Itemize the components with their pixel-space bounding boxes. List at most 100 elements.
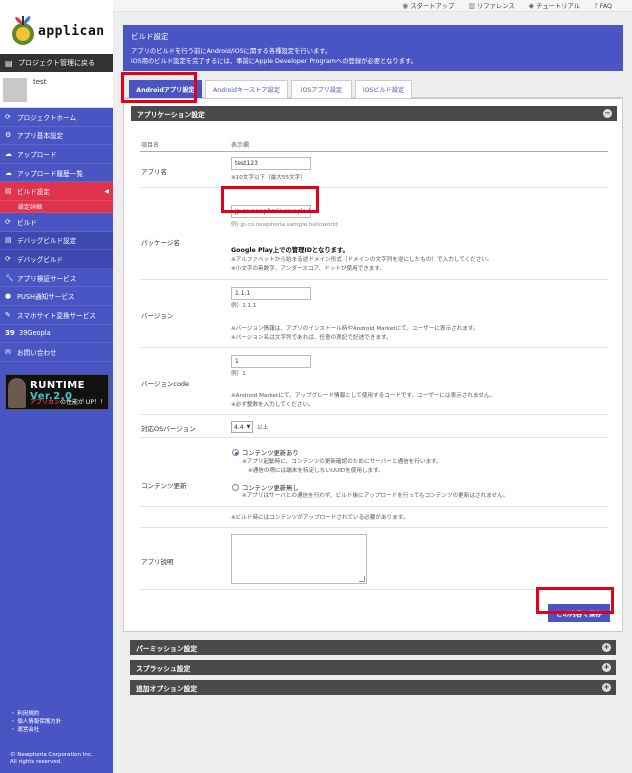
content-update-label: コンテンツ更新	[141, 482, 187, 490]
chat-icon: ●	[5, 292, 12, 301]
highlight-save-button	[536, 587, 614, 614]
info-box: ビルド設定 アプリのビルドを行う前にAndroid/iOSに関する各種設定を行い…	[123, 25, 623, 71]
expand-icon[interactable]: +	[602, 683, 611, 692]
splash-section-header[interactable]: スプラッシュ設定 +	[130, 660, 616, 675]
banner-subtitle-b: の性能が UP！！	[60, 399, 106, 406]
book-icon: ▥	[468, 2, 476, 10]
os-version-select[interactable]: 4.4 ▼	[231, 421, 253, 433]
document-icon: ▤	[5, 236, 12, 245]
sidebar-item-upload-history[interactable]: ☁ アップロード履歴一覧	[0, 164, 113, 183]
tab-ios-app-settings[interactable]: iOSアプリ設定	[291, 80, 352, 98]
content-update-off-radio[interactable]	[232, 484, 239, 491]
permission-section-header[interactable]: パーミッション設定 +	[130, 640, 616, 655]
settings-tabs: Androidアプリ設定 Androidキーストア設定 iOSアプリ設定 iOS…	[123, 80, 623, 98]
sidebar-item-smartphone-site-conversion[interactable]: ✎ スマホサイト変換サービス	[0, 306, 113, 325]
sidebar-item-39geopla[interactable]: 39 39Geopla	[0, 325, 113, 344]
version-code-note-2: ※必ず整数を入力してください。	[231, 402, 314, 408]
refresh-icon: ⟳	[5, 112, 11, 121]
topbar-reference-link[interactable]: ▥ リファレンス	[468, 1, 514, 10]
row-divider	[140, 279, 608, 280]
highlight-android-tab	[121, 72, 197, 103]
runtime-banner[interactable]: RUNTIME Ver.2.0 アプリカンの性能が UP！！	[5, 374, 109, 410]
info-line-1: アプリのビルドを行う前にAndroid/iOSに関する各種設定を行います。	[131, 48, 332, 55]
topbar-faq-link[interactable]: ? FAQ	[594, 2, 612, 10]
sidebar-item-label: 39Geopla	[19, 329, 51, 338]
os-version-label: 対応OSバージョン	[141, 425, 196, 433]
topbar-startup-link[interactable]: ◉ スタートアップ	[402, 1, 454, 10]
content-update-on-label[interactable]: コンテンツ更新あり	[242, 448, 299, 457]
banner-subtitle-a: アプリカン	[30, 399, 61, 406]
version-input[interactable]: 1.1.1	[231, 287, 311, 300]
content-update-footer-note: ※ビルド時にはコンテンツがアップロードされている必要があります。	[231, 515, 409, 521]
splash-section-title: スプラッシュ設定	[136, 664, 191, 673]
link-terms[interactable]: ・ 利用規約	[10, 710, 61, 718]
package-name-note-2: ※小文字の英数字、アンダースコア、ドットが使用できます。	[231, 266, 386, 272]
sidebar-item-project-home[interactable]: ⟳ プロジェクトホーム	[0, 108, 113, 127]
expand-icon[interactable]: +	[602, 643, 611, 652]
version-example: 例）1.1.1	[231, 303, 257, 309]
additional-options-section-header[interactable]: 追加オプション設定 +	[130, 680, 616, 695]
sidebar-subitem-settings-detail[interactable]: 設定詳細	[0, 200, 113, 213]
copyright: © Newphoria Corporation Inc. All rights …	[10, 752, 93, 766]
sidebar-item-label: スマホサイト変換サービス	[17, 311, 96, 320]
row-divider	[140, 187, 608, 188]
link-privacy[interactable]: ・ 個人情報保護方針	[10, 718, 61, 726]
sidebar-item-app-basic-settings[interactable]: ⚙ アプリ基本設定	[0, 127, 113, 146]
column-header-item: 項目名	[141, 142, 160, 149]
version-code-input[interactable]: 1	[231, 355, 311, 368]
version-code-label: バージョンcode	[141, 380, 190, 388]
gear-icon: ⚙	[5, 131, 12, 140]
sidebar-item-label: ビルド	[17, 218, 37, 227]
sidebar-item-app-verification[interactable]: 🔧 アプリ検証サービス	[0, 269, 113, 288]
tab-ios-build-settings[interactable]: iOSビルド設定	[355, 80, 412, 98]
cloud-upload-icon: ☁	[5, 149, 12, 158]
sidebar-item-label: アップロード	[17, 150, 57, 159]
permission-section-title: パーミッション設定	[136, 644, 198, 653]
version-code-note-1: ※Android Marketにて、アップグレード情報として使用するコードです。…	[231, 393, 496, 399]
sidebar-item-debug-build[interactable]: ⟳ デバッグビルド	[0, 250, 113, 269]
package-name-label: パッケージ名	[141, 239, 180, 247]
version-code-example: 例）1	[231, 371, 246, 377]
column-header-value: 表示欄	[231, 142, 250, 149]
row-divider	[140, 347, 608, 348]
chevron-left-icon: ◀	[104, 187, 109, 195]
link-company[interactable]: ・ 運営会社	[10, 726, 61, 734]
sidebar-item-label: 設定詳細	[18, 203, 43, 211]
logo[interactable]: applican	[0, 0, 113, 54]
tab-android-keystore-settings[interactable]: Androidキーストア設定	[205, 80, 288, 98]
android-settings-panel: アプリケーション設定 − 項目名 表示欄 アプリ名 test123 ※10文字以…	[123, 98, 623, 632]
sidebar-item-debug-build-settings[interactable]: ▤ デバッグビルド設定	[0, 231, 113, 251]
document-icon: ▤	[5, 187, 12, 196]
banner-portrait	[8, 378, 26, 408]
content-update-off-label[interactable]: コンテンツ更新無し	[242, 483, 299, 492]
app-name-input[interactable]: test123	[231, 157, 311, 170]
topbar-startup-label: スタートアップ	[410, 3, 455, 10]
back-to-project-management-button[interactable]: ▤ プロジェクト管理に戻る	[0, 54, 113, 72]
sidebar: applican ▤ プロジェクト管理に戻る test ⟳ プロジェクトホーム ⚙…	[0, 0, 113, 773]
sidebar-item-build-settings[interactable]: ▤ ビルド設定 ◀	[0, 182, 113, 201]
sidebar-item-push-notification[interactable]: ● PUSH通知サービス	[0, 287, 113, 306]
logo-text: applican	[38, 24, 105, 39]
app-description-textarea[interactable]	[231, 534, 367, 584]
content-update-on-radio[interactable]	[232, 449, 239, 456]
sidebar-nav: ⟳ プロジェクトホーム ⚙ アプリ基本設定 ☁ アップロード ☁ アップロード履歴一覧 …	[0, 108, 113, 362]
topbar-tutorial-link[interactable]: ◆ チュートリアル	[529, 1, 580, 10]
cloud-icon: ☁	[5, 168, 12, 177]
sidebar-item-build[interactable]: ⟳ ビルド	[0, 213, 113, 232]
avatar	[3, 78, 27, 102]
header-divider	[140, 151, 608, 152]
expand-icon[interactable]: +	[602, 663, 611, 672]
sidebar-item-label: お問い合わせ	[17, 348, 57, 357]
copyright-line-2: All rights reserved.	[10, 759, 63, 765]
wrench-icon: 🔧	[5, 273, 14, 282]
row-divider	[140, 527, 608, 528]
sidebar-item-label: デバッグビルド	[17, 255, 64, 264]
collapse-icon[interactable]: −	[603, 109, 612, 118]
sidebar-item-label: デバッグビルド設定	[17, 237, 77, 246]
back-label: プロジェクト管理に戻る	[18, 59, 95, 67]
sidebar-item-contact[interactable]: ✉ お問い合わせ	[0, 343, 113, 362]
sidebar-item-upload[interactable]: ☁ アップロード	[0, 145, 113, 164]
app-section-header[interactable]: アプリケーション設定 −	[131, 106, 617, 121]
sidebar-item-label: アプリ基本設定	[17, 132, 64, 141]
graduation-icon: ◆	[528, 2, 535, 10]
